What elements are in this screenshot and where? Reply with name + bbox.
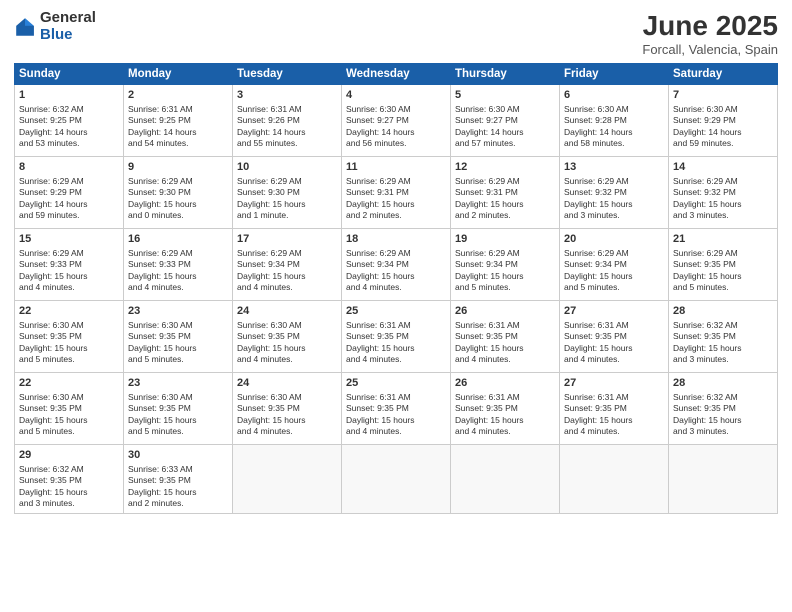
- header-friday: Friday: [560, 64, 669, 85]
- day-1: 1Sunrise: 6:32 AMSunset: 9:25 PMDaylight…: [15, 85, 124, 157]
- logo-blue: Blue: [40, 27, 96, 44]
- day-15: 15Sunrise: 6:29 AMSunset: 9:33 PMDayligh…: [15, 229, 124, 301]
- day-16: 16Sunrise: 6:29 AMSunset: 9:33 PMDayligh…: [124, 229, 233, 301]
- empty-cell: [669, 445, 778, 514]
- week-row-3: 22Sunrise: 6:30 AMSunset: 9:35 PMDayligh…: [15, 301, 778, 373]
- calendar-table: Sunday Monday Tuesday Wednesday Thursday…: [14, 63, 778, 514]
- day-18: 18Sunrise: 6:29 AMSunset: 9:34 PMDayligh…: [342, 229, 451, 301]
- day-5: 5Sunrise: 6:30 AMSunset: 9:27 PMDaylight…: [451, 85, 560, 157]
- day-12: 12Sunrise: 6:29 AMSunset: 9:31 PMDayligh…: [451, 157, 560, 229]
- calendar-subtitle: Forcall, Valencia, Spain: [642, 42, 778, 57]
- day-23: 23Sunrise: 6:30 AMSunset: 9:35 PMDayligh…: [124, 373, 233, 445]
- header-tuesday: Tuesday: [233, 64, 342, 85]
- day-28: 28Sunrise: 6:32 AMSunset: 9:35 PMDayligh…: [669, 373, 778, 445]
- day-21: 21Sunrise: 6:29 AMSunset: 9:35 PMDayligh…: [669, 229, 778, 301]
- header-thursday: Thursday: [451, 64, 560, 85]
- week-row-5: 29Sunrise: 6:32 AMSunset: 9:35 PMDayligh…: [15, 445, 778, 514]
- logo-general: General: [40, 10, 96, 27]
- day-22: 22Sunrise: 6:30 AMSunset: 9:35 PMDayligh…: [15, 301, 124, 373]
- logo-icon: [14, 16, 36, 38]
- title-block: June 2025 Forcall, Valencia, Spain: [642, 10, 778, 57]
- day-2: 2Sunrise: 6:31 AMSunset: 9:25 PMDaylight…: [124, 85, 233, 157]
- day-9: 9Sunrise: 6:29 AMSunset: 9:30 PMDaylight…: [124, 157, 233, 229]
- day-11: 11Sunrise: 6:29 AMSunset: 9:31 PMDayligh…: [342, 157, 451, 229]
- day-26: 26Sunrise: 6:31 AMSunset: 9:35 PMDayligh…: [451, 373, 560, 445]
- day-28: 28Sunrise: 6:32 AMSunset: 9:35 PMDayligh…: [669, 301, 778, 373]
- header-sunday: Sunday: [15, 64, 124, 85]
- day-25: 25Sunrise: 6:31 AMSunset: 9:35 PMDayligh…: [342, 373, 451, 445]
- logo: General Blue: [14, 10, 96, 43]
- calendar-page: General Blue June 2025 Forcall, Valencia…: [0, 0, 792, 612]
- day-17: 17Sunrise: 6:29 AMSunset: 9:34 PMDayligh…: [233, 229, 342, 301]
- weekday-header-row: Sunday Monday Tuesday Wednesday Thursday…: [15, 64, 778, 85]
- day-8: 8Sunrise: 6:29 AMSunset: 9:29 PMDaylight…: [15, 157, 124, 229]
- day-4: 4Sunrise: 6:30 AMSunset: 9:27 PMDaylight…: [342, 85, 451, 157]
- day-6: 6Sunrise: 6:30 AMSunset: 9:28 PMDaylight…: [560, 85, 669, 157]
- day-24: 24Sunrise: 6:30 AMSunset: 9:35 PMDayligh…: [233, 373, 342, 445]
- day-24: 24Sunrise: 6:30 AMSunset: 9:35 PMDayligh…: [233, 301, 342, 373]
- header-monday: Monday: [124, 64, 233, 85]
- empty-cell: [560, 445, 669, 514]
- day-30: 30Sunrise: 6:33 AMSunset: 9:35 PMDayligh…: [124, 445, 233, 514]
- week-row-2: 15Sunrise: 6:29 AMSunset: 9:33 PMDayligh…: [15, 229, 778, 301]
- day-13: 13Sunrise: 6:29 AMSunset: 9:32 PMDayligh…: [560, 157, 669, 229]
- week-row-1: 8Sunrise: 6:29 AMSunset: 9:29 PMDaylight…: [15, 157, 778, 229]
- day-19: 19Sunrise: 6:29 AMSunset: 9:34 PMDayligh…: [451, 229, 560, 301]
- day-27: 27Sunrise: 6:31 AMSunset: 9:35 PMDayligh…: [560, 301, 669, 373]
- day-22: 22Sunrise: 6:30 AMSunset: 9:35 PMDayligh…: [15, 373, 124, 445]
- day-3: 3Sunrise: 6:31 AMSunset: 9:26 PMDaylight…: [233, 85, 342, 157]
- header-wednesday: Wednesday: [342, 64, 451, 85]
- week-row-4: 22Sunrise: 6:30 AMSunset: 9:35 PMDayligh…: [15, 373, 778, 445]
- logo-text: General Blue: [40, 10, 96, 43]
- day-29: 29Sunrise: 6:32 AMSunset: 9:35 PMDayligh…: [15, 445, 124, 514]
- empty-cell: [342, 445, 451, 514]
- header-saturday: Saturday: [669, 64, 778, 85]
- calendar-title: June 2025: [642, 10, 778, 42]
- header: General Blue June 2025 Forcall, Valencia…: [14, 10, 778, 57]
- day-25: 25Sunrise: 6:31 AMSunset: 9:35 PMDayligh…: [342, 301, 451, 373]
- day-14: 14Sunrise: 6:29 AMSunset: 9:32 PMDayligh…: [669, 157, 778, 229]
- day-7: 7Sunrise: 6:30 AMSunset: 9:29 PMDaylight…: [669, 85, 778, 157]
- day-27: 27Sunrise: 6:31 AMSunset: 9:35 PMDayligh…: [560, 373, 669, 445]
- empty-cell: [451, 445, 560, 514]
- day-23: 23Sunrise: 6:30 AMSunset: 9:35 PMDayligh…: [124, 301, 233, 373]
- day-26: 26Sunrise: 6:31 AMSunset: 9:35 PMDayligh…: [451, 301, 560, 373]
- day-20: 20Sunrise: 6:29 AMSunset: 9:34 PMDayligh…: [560, 229, 669, 301]
- day-10: 10Sunrise: 6:29 AMSunset: 9:30 PMDayligh…: [233, 157, 342, 229]
- empty-cell: [233, 445, 342, 514]
- week-row-0: 1Sunrise: 6:32 AMSunset: 9:25 PMDaylight…: [15, 85, 778, 157]
